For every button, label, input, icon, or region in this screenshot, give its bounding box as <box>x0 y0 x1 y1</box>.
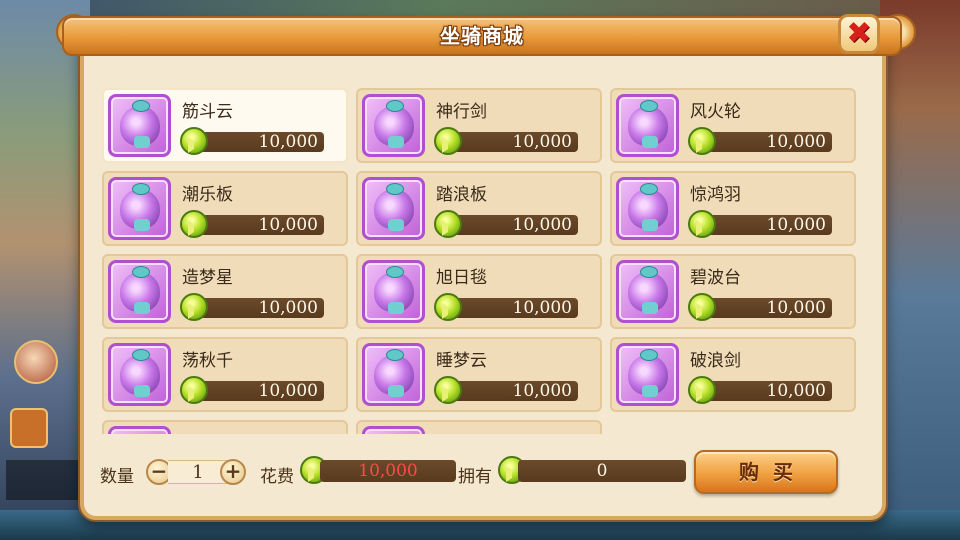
item-name: 潮乐板 <box>182 185 233 205</box>
bag-icon <box>373 265 414 314</box>
item-price: 10,000 <box>704 381 832 401</box>
mount-bag-icon <box>108 94 171 157</box>
cost-value: 10,000 <box>320 460 456 482</box>
background-scene-right <box>880 0 960 540</box>
owned-value: 0 <box>518 460 686 482</box>
bag-icon <box>627 265 668 314</box>
item-name: 旭日毯 <box>436 268 487 288</box>
coin-icon <box>688 210 716 238</box>
page-title: 坐骑商城 <box>440 24 524 48</box>
item-name: 踏浪板 <box>436 185 487 205</box>
mount-bag-icon <box>362 177 425 240</box>
item-list[interactable]: 筋斗云 10,000 神行剑 10,000 风火轮 10,000 潮乐板 10,000 踏浪板 1… <box>96 80 868 434</box>
mount-bag-icon <box>108 177 171 240</box>
item-price: 10,000 <box>450 215 578 235</box>
bag-icon <box>119 99 160 148</box>
coin-icon <box>434 376 462 404</box>
mount-bag-icon <box>362 94 425 157</box>
bag-icon <box>373 182 414 231</box>
item-name: 筋斗云 <box>182 102 233 122</box>
item-card[interactable] <box>356 420 602 434</box>
buy-button[interactable]: 购买 <box>694 450 838 494</box>
mount-bag-icon <box>362 260 425 323</box>
chat-icon[interactable] <box>10 408 48 448</box>
quantity-increase-button[interactable]: + <box>220 459 246 485</box>
mount-bag-icon <box>616 260 679 323</box>
item-card[interactable]: 荡秋千 10,000 <box>102 337 348 412</box>
coin-icon <box>180 210 208 238</box>
item-card[interactable]: 睡梦云 10,000 <box>356 337 602 412</box>
item-name: 神行剑 <box>436 102 487 122</box>
chat-log <box>6 460 80 500</box>
item-price: 10,000 <box>704 132 832 152</box>
item-card[interactable]: 旭日毯 10,000 <box>356 254 602 329</box>
bag-icon <box>373 348 414 397</box>
coin-icon <box>434 210 462 238</box>
bag-icon <box>119 265 160 314</box>
mount-bag-icon <box>616 177 679 240</box>
bag-icon <box>627 182 668 231</box>
item-card[interactable]: 破浪剑 10,000 <box>610 337 856 412</box>
item-name: 造梦星 <box>182 268 233 288</box>
item-price: 10,000 <box>450 381 578 401</box>
bag-icon <box>119 182 160 231</box>
coin-icon <box>180 376 208 404</box>
mount-bag-icon <box>616 94 679 157</box>
bag-icon <box>119 348 160 397</box>
item-name: 碧波台 <box>690 268 741 288</box>
mount-bag-icon <box>362 426 425 434</box>
item-price: 10,000 <box>704 215 832 235</box>
close-button[interactable]: ✖ <box>838 14 880 54</box>
item-price: 10,000 <box>196 298 324 318</box>
background-scene-left <box>0 0 90 540</box>
item-card[interactable]: 潮乐板 10,000 <box>102 171 348 246</box>
item-card[interactable]: 造梦星 10,000 <box>102 254 348 329</box>
item-price: 10,000 <box>196 132 324 152</box>
quantity-field[interactable]: 1 <box>168 460 228 484</box>
item-card[interactable]: 碧波台 10,000 <box>610 254 856 329</box>
item-name: 睡梦云 <box>436 351 487 371</box>
coin-icon <box>180 127 208 155</box>
mount-bag-icon <box>362 343 425 406</box>
bag-icon <box>627 348 668 397</box>
item-card[interactable]: 踏浪板 10,000 <box>356 171 602 246</box>
coin-icon <box>688 127 716 155</box>
friend-avatar-icon[interactable] <box>14 340 58 384</box>
item-price: 10,000 <box>450 298 578 318</box>
item-grid: 筋斗云 10,000 神行剑 10,000 风火轮 10,000 潮乐板 10,000 踏浪板 1… <box>102 88 856 434</box>
coin-icon <box>688 376 716 404</box>
item-price: 10,000 <box>196 215 324 235</box>
item-card[interactable]: 神行剑 10,000 <box>356 88 602 163</box>
mount-bag-icon <box>108 260 171 323</box>
item-name: 荡秋千 <box>182 351 233 371</box>
owned-label: 拥有 <box>458 467 492 487</box>
cost-label: 花费 <box>260 467 294 487</box>
item-card[interactable]: 惊鸿羽 10,000 <box>610 171 856 246</box>
item-name: 破浪剑 <box>690 351 741 371</box>
coin-icon <box>688 293 716 321</box>
close-icon: ✖ <box>846 16 872 51</box>
quantity-label: 数量 <box>100 467 134 487</box>
bag-icon <box>627 99 668 148</box>
mount-bag-icon <box>616 343 679 406</box>
item-price: 10,000 <box>450 132 578 152</box>
coin-icon <box>434 127 462 155</box>
mount-bag-icon <box>108 426 171 434</box>
item-price: 10,000 <box>704 298 832 318</box>
item-card[interactable]: 风火轮 10,000 <box>610 88 856 163</box>
coin-icon <box>180 293 208 321</box>
coin-icon <box>434 293 462 321</box>
item-name: 惊鸿羽 <box>690 185 741 205</box>
item-card[interactable]: 筋斗云 10,000 <box>102 88 348 163</box>
item-price: 10,000 <box>196 381 324 401</box>
bag-icon <box>373 99 414 148</box>
item-name: 风火轮 <box>690 102 741 122</box>
mount-bag-icon <box>108 343 171 406</box>
item-card[interactable] <box>102 420 348 434</box>
